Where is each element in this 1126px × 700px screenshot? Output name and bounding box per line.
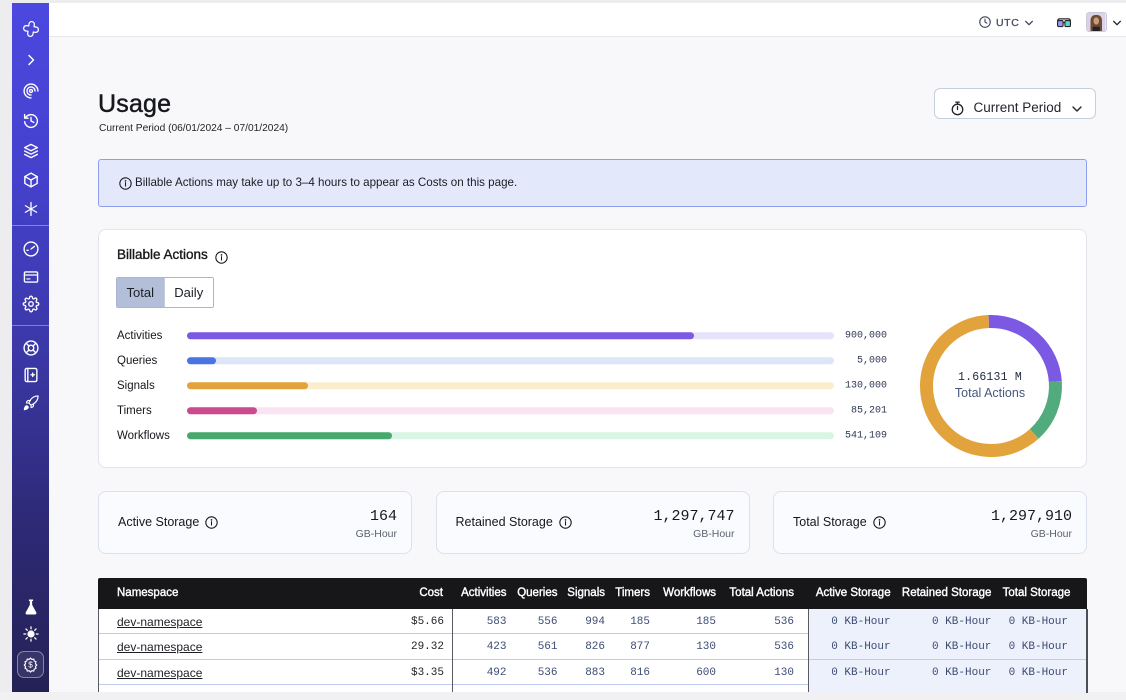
svg-text:$: $ bbox=[28, 660, 33, 669]
